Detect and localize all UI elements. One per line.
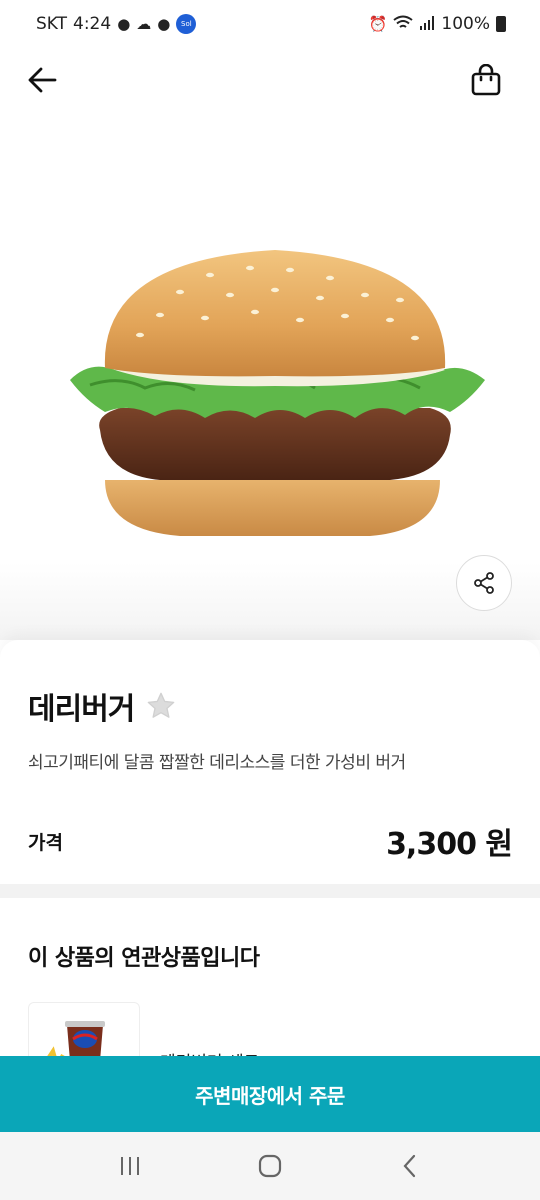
star-icon [148,692,175,718]
product-info-card: 데리버거 쇠고기패티에 달콤 짭짤한 데리소스를 더한 가성비 버거 가격 3,… [0,640,540,884]
price-label: 가격 [28,831,63,854]
price-row: 가격 3,300 원 [28,819,513,863]
signal-icon [419,15,435,34]
home-button[interactable] [240,1146,300,1186]
chevron-left-icon [403,1154,416,1178]
top-nav [0,52,540,108]
battery-icon [496,16,506,32]
share-button[interactable] [456,555,512,611]
home-icon [258,1154,282,1178]
cart-button[interactable] [468,62,504,98]
related-section: 이 상품의 연관상품입니다 데리버거 세트 [0,898,540,1092]
product-title: 데리버거 [28,692,135,727]
clock-text: 4:24 [73,14,112,34]
sol-app-icon: Sol [176,14,197,34]
section-divider [0,884,540,898]
recent-apps-button[interactable] [100,1146,160,1186]
system-nav-bar [0,1132,540,1200]
talk-notification-icon-2: ● [157,14,171,33]
system-back-button[interactable] [380,1146,440,1186]
cloud-icon: ☁ [136,14,152,33]
carrier-text: SKT [36,14,68,34]
order-nearby-store-button[interactable]: 주변매장에서 주문 [0,1056,540,1132]
favorite-button[interactable] [144,689,178,723]
recent-apps-icon [121,1157,139,1175]
status-left: SKT 4:24 ● ☁ ● Sol [36,14,197,34]
product-hero [0,120,540,640]
talk-notification-icon: ● [117,14,131,33]
product-description: 쇠고기패티에 달콤 짭짤한 데리소스를 더한 가성비 버거 [28,753,406,773]
related-item[interactable]: 데리버거 세트 [28,1002,508,1092]
alarm-icon: ⏰ [368,14,388,33]
wifi-icon [393,15,414,34]
shopping-bag-icon [471,64,501,96]
share-icon [474,572,494,594]
title-row: 데리버거 [28,684,512,728]
related-title: 이 상품의 연관상품입니다 [28,946,260,971]
status-right: ⏰ 100% [369,14,506,34]
price-value: 3,300 원 [386,827,513,862]
battery-percent: 100% [441,14,490,34]
status-bar: SKT 4:24 ● ☁ ● Sol ⏰ 100% [0,0,540,48]
burger-image [70,250,485,536]
back-button[interactable] [24,62,60,98]
arrow-left-icon [28,67,57,93]
